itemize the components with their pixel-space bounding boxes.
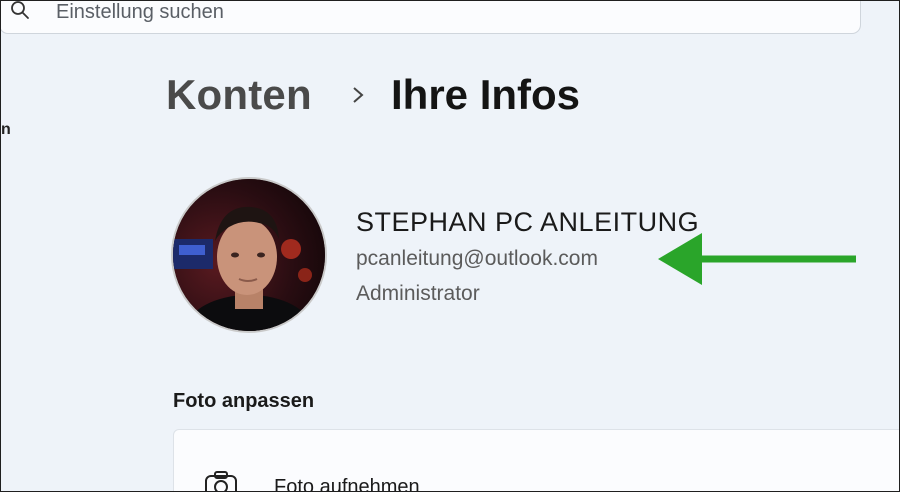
user-email: pcanleitung@outlook.com	[356, 247, 598, 270]
take-photo-label: Foto aufnehmen	[274, 476, 420, 492]
settings-window: Einstellung suchen n Konten Ihre Infos S…	[0, 0, 900, 492]
chevron-right-icon	[353, 87, 364, 103]
breadcrumb-parent-konten[interactable]: Konten	[166, 71, 312, 119]
avatar	[171, 177, 327, 333]
search-input[interactable]: Einstellung suchen	[56, 1, 224, 24]
settings-search-box[interactable]: Einstellung suchen	[1, 1, 861, 34]
take-photo-card[interactable]: Foto aufnehmen	[173, 429, 899, 492]
camera-icon	[205, 471, 237, 491]
user-display-name: STEPHAN PC ANLEITUNG	[356, 207, 700, 237]
search-icon	[11, 1, 29, 19]
profile-photo	[173, 179, 325, 331]
sidebar-item-partial[interactable]: n	[1, 121, 11, 139]
user-account-type: Administrator	[356, 282, 480, 305]
annotation-arrow-icon	[658, 233, 856, 285]
section-heading-photo: Foto anpassen	[173, 390, 315, 412]
page-title: Ihre Infos	[391, 71, 581, 118]
